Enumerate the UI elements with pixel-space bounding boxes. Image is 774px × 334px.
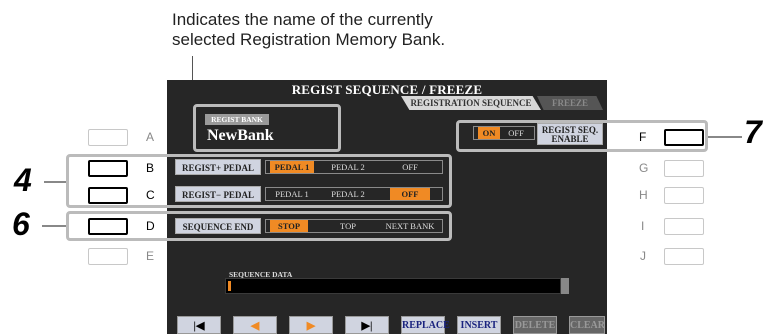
hw-button-a[interactable] (88, 129, 128, 146)
hw-button-i[interactable] (664, 218, 704, 235)
hw-button-g[interactable] (664, 160, 704, 177)
hw-button-b[interactable] (88, 160, 128, 177)
hw-label-g: G (639, 161, 649, 175)
insert-button[interactable]: INSERT (457, 316, 501, 334)
hw-button-f[interactable] (664, 129, 704, 146)
hw-button-h[interactable] (664, 187, 704, 204)
tab-registration-sequence[interactable]: REGISTRATION SEQUENCE (401, 96, 541, 110)
step-forward-icon[interactable]: ▶ (289, 316, 333, 334)
hw-button-c[interactable] (88, 187, 128, 204)
clear-button[interactable]: CLEAR (569, 316, 605, 334)
hw-label-j: J (640, 249, 646, 263)
hw-label-f: F (639, 130, 647, 144)
callout-6-line (42, 225, 66, 227)
step-back-icon[interactable]: ◀ (233, 316, 277, 334)
callout-number-4: 4 (14, 162, 32, 198)
skip-to-end-icon[interactable]: ▶| (345, 316, 389, 334)
hw-label-c: C (146, 188, 155, 202)
sequence-data-scrollbar[interactable] (561, 278, 569, 294)
bank-name-callout (193, 104, 341, 152)
caption-line-2: selected Registration Memory Bank. (172, 30, 446, 49)
caption: Indicates the name of the currently sele… (172, 10, 552, 50)
callout-number-7: 7 (744, 114, 762, 150)
replace-button[interactable]: REPLACE (401, 316, 450, 334)
screen-title: REGIST SEQUENCE / FREEZE (291, 82, 483, 97)
callout-number-6: 6 (12, 206, 30, 242)
hw-label-e: E (146, 249, 155, 263)
tab-freeze[interactable]: FREEZE (537, 96, 603, 110)
hw-button-j[interactable] (664, 248, 704, 265)
callout-4-line (44, 181, 66, 183)
sequence-data-cursor (228, 281, 231, 291)
caption-line-1: Indicates the name of the currently (172, 10, 433, 29)
hw-label-h: H (639, 188, 648, 202)
hw-label-b: B (146, 161, 155, 175)
sequence-data-field[interactable] (225, 278, 561, 294)
hw-label-i: I (641, 219, 645, 233)
hw-button-e[interactable] (88, 248, 128, 265)
callout-7-line (708, 136, 742, 138)
delete-button[interactable]: DELETE (513, 316, 557, 334)
hw-label-d: D (146, 219, 155, 233)
hw-label-a: A (146, 130, 155, 144)
hw-button-d[interactable] (88, 218, 128, 235)
skip-to-start-icon[interactable]: |◀ (177, 316, 221, 334)
